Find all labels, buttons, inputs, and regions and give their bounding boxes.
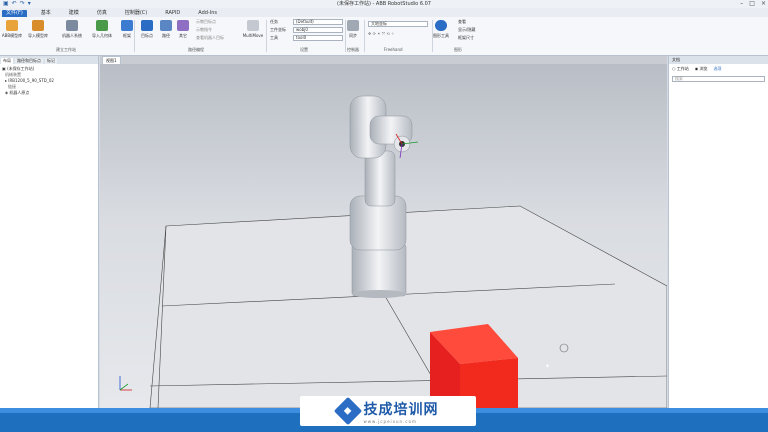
multimove-button[interactable]: MultiMove	[242, 17, 264, 38]
3d-viewport[interactable]: 视图1 ⊠ ⊡ ⊞ ⊟ ▨ ⊿ ↗ ∠ ⌀ ⊹ ⊻ ⊳ ♁ ✥ ⟳ ▷	[100, 56, 667, 408]
close-icon[interactable]: ×	[761, 0, 766, 8]
jcpeixun-banner: ◆ 技成培训网 www.jcpeixun.com	[300, 396, 476, 426]
library-icon	[6, 20, 18, 31]
scene: ✦	[100, 64, 667, 408]
graphics-tools-button[interactable]: 图形工具	[430, 17, 452, 39]
tab-file[interactable]: 文件(F)	[2, 10, 27, 17]
other-button[interactable]: 其它	[172, 17, 194, 39]
minimize-icon[interactable]: –	[740, 0, 743, 8]
task-select[interactable]: (Default)	[293, 19, 343, 25]
sync-button[interactable]: 同步	[342, 17, 364, 39]
window-title: (未保存工作站) - ABB RobotStudio 6.07	[337, 1, 431, 7]
tab-rapid[interactable]: RAPID	[161, 10, 184, 17]
ribbon-tabs: 文件(F) 基本 建模 仿真 控制器(C) RAPID Add-Ins	[0, 8, 768, 17]
path-icon	[160, 20, 172, 31]
tree-item-robot-origin[interactable]: ◈ 机器人原点	[2, 90, 96, 96]
other-icon	[177, 20, 189, 31]
robot-system-button[interactable]: 机器人系统	[61, 17, 83, 39]
group-path-programming: 路径编程	[188, 47, 204, 52]
option-options[interactable]: 选项	[714, 66, 722, 72]
tab-tags[interactable]: 标记	[45, 58, 57, 64]
option-station[interactable]: ○ 工作站	[672, 66, 689, 72]
svg-text:✦: ✦	[545, 363, 550, 370]
documents-panel: 文档 ○ 工作站 ◉ 浏览 选项 搜索	[668, 56, 768, 408]
group-settings: 设置	[300, 47, 308, 52]
tab-paths-targets[interactable]: 路径和目标点	[15, 58, 43, 64]
tool-select[interactable]: tool0	[293, 35, 343, 41]
import-library-icon	[32, 20, 44, 31]
tab-controller[interactable]: 控制器(C)	[121, 10, 151, 17]
layout-panel: 布局 路径和目标点 标记 ▣ (未保存工作站) 机械装置 ▸ IRB1200_5…	[0, 56, 99, 408]
tab-modeling[interactable]: 建模	[65, 10, 83, 17]
frame-icon	[121, 20, 133, 31]
tab-basic[interactable]: 基本	[37, 10, 55, 17]
multimove-icon	[247, 20, 259, 31]
frame-size-item[interactable]: 框架尺寸	[458, 35, 474, 41]
documents-title: 文档	[669, 56, 768, 64]
import-geometry-button[interactable]: 导入几何体	[91, 17, 113, 39]
target-icon	[141, 20, 153, 31]
view-robot-target-item[interactable]: 查看机器人目标	[196, 35, 224, 41]
station-tree: ▣ (未保存工作站) 机械装置 ▸ IRB1200_5_90_STD_02 链接…	[0, 64, 98, 98]
tab-addins[interactable]: Add-Ins	[194, 10, 221, 17]
freehand-frame-select[interactable]: 大地坐标	[368, 21, 428, 27]
ribbon: ABB模型库 导入模型库 机器人系统 导入几何体 框架 建立工作站 目标点 路径…	[0, 17, 768, 56]
import-library-button[interactable]: 导入模型库	[27, 17, 49, 39]
option-browse[interactable]: ◉ 浏览	[695, 66, 708, 72]
jc-logo-icon: ◆	[333, 396, 362, 426]
robot-system-icon	[66, 20, 78, 31]
teach-instruction-item[interactable]: 示教指令	[196, 27, 212, 33]
brand-url: www.jcpeixun.com	[363, 418, 417, 424]
group-graphics: 图形	[454, 47, 462, 52]
geometry-icon	[96, 20, 108, 31]
title-bar: ▣ ↶ ↷ ▾ (未保存工作站) - ABB RobotStudio 6.07 …	[0, 0, 768, 8]
maximize-icon[interactable]: □	[749, 0, 755, 8]
teach-target-item[interactable]: 示教目标点	[196, 19, 216, 25]
abb-library-button[interactable]: ABB模型库	[1, 17, 23, 39]
sync-icon	[347, 20, 359, 31]
eye-icon	[435, 20, 447, 31]
view-item[interactable]: 查看	[458, 19, 466, 25]
brand-name: 技成培训网	[363, 401, 439, 418]
workobj-select[interactable]: wobj0	[293, 27, 343, 33]
freehand-tools[interactable]: ✥ ⟳ ✦ ⤧ ⟲ ✧	[368, 31, 394, 36]
show-hide-item[interactable]: 显示/隐藏	[458, 27, 475, 33]
group-controller: 控制器	[347, 47, 359, 52]
documents-search-input[interactable]: 搜索	[672, 76, 765, 82]
tab-simulation[interactable]: 仿真	[93, 10, 111, 17]
group-build-station: 建立工作站	[56, 47, 76, 52]
tab-layout[interactable]: 布局	[1, 58, 13, 64]
group-freehand: Freehand	[384, 47, 403, 52]
